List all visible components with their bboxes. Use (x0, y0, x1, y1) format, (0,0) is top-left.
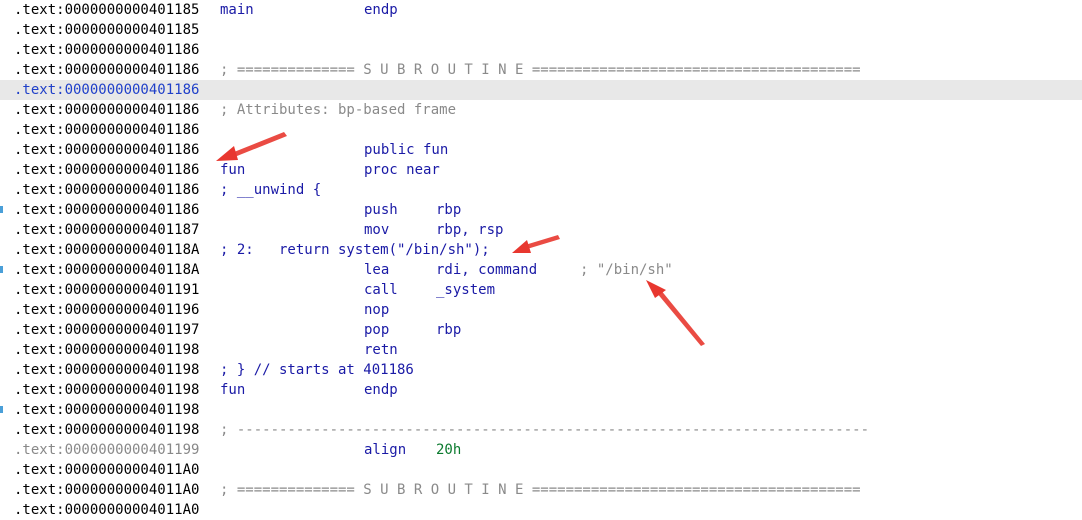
address[interactable]: .text:0000000000401185 (14, 0, 199, 20)
listing-line[interactable]: .text:0000000000401198 retn (0, 340, 1082, 360)
address[interactable]: .text:0000000000401191 (14, 280, 199, 300)
listing-line[interactable]: .text:000000000040118A ; 2: return system… (0, 240, 1082, 260)
gutter-marker-icon (0, 406, 3, 413)
address[interactable]: .text:0000000000401196 (14, 300, 199, 320)
listing-line[interactable]: .text:0000000000401186 (0, 40, 1082, 60)
comment: ; --------------------------------------… (220, 422, 870, 438)
listing-line[interactable]: .text:0000000000401186 ; Attributes: bp-b… (0, 100, 1082, 120)
gutter-marker-icon (0, 206, 3, 213)
address[interactable]: .text:0000000000401186 (14, 100, 199, 120)
listing-line[interactable]: .text:0000000000401186 fun proc near (0, 160, 1082, 180)
mnemonic: nop (364, 302, 390, 318)
operands[interactable]: rbp (436, 320, 461, 340)
mnemonic: endp (364, 382, 398, 398)
address[interactable]: .text:00000000004011A0 (14, 500, 199, 520)
address[interactable]: .text:00000000004011A0 (14, 460, 199, 480)
label[interactable]: fun (220, 160, 245, 180)
comment: ; } // starts at 401186 (220, 362, 414, 378)
mnemonic: pop (364, 322, 390, 338)
address[interactable]: .text:0000000000401186 (14, 180, 199, 200)
comment: ; ============== S U B R O U T I N E ===… (220, 62, 861, 78)
listing-line[interactable]: .text:0000000000401198 ; } // starts at 4… (0, 360, 1082, 380)
listing-line[interactable]: .text:00000000004011A0 (0, 500, 1082, 520)
listing-line[interactable]: .text:0000000000401191 call _system (0, 280, 1082, 300)
operands[interactable]: rdi, command (436, 260, 537, 280)
mnemonic: public fun (364, 142, 449, 158)
address[interactable]: .text:0000000000401187 (14, 220, 199, 240)
mnemonic: lea (364, 262, 390, 278)
label[interactable]: main (220, 0, 254, 20)
gutter-markers (0, 0, 3, 511)
listing-line[interactable]: .text:0000000000401186 (0, 120, 1082, 140)
address[interactable]: .text:0000000000401186 (14, 200, 199, 220)
address[interactable]: .text:0000000000401198 (14, 380, 199, 400)
listing-line[interactable]: .text:0000000000401198 fun endp (0, 380, 1082, 400)
listing-line[interactable]: .text:0000000000401199 align 20h (0, 440, 1082, 460)
comment: ; "/bin/sh" (580, 262, 673, 278)
address[interactable]: .text:0000000000401185 (14, 20, 199, 40)
comment: ; Attributes: bp-based frame (220, 102, 457, 118)
listing-line[interactable]: .text:00000000004011A0 ; ============== S… (0, 480, 1082, 500)
address[interactable]: .text:0000000000401186 (14, 120, 199, 140)
listing-line[interactable]: .text:0000000000401196 nop (0, 300, 1082, 320)
operands[interactable]: 20h (436, 440, 461, 460)
mnemonic: proc near (364, 162, 440, 178)
listing-line[interactable]: .text:0000000000401186 push rbp (0, 200, 1082, 220)
address[interactable]: .text:0000000000401186 (14, 40, 199, 60)
disassembly-listing[interactable]: .text:0000000000401185 main endp .text:0000… (0, 0, 1082, 520)
mnemonic: mov (364, 222, 390, 238)
listing-line[interactable]: .text:0000000000401185 main endp (0, 0, 1082, 20)
address[interactable]: .text:0000000000401186 (14, 160, 199, 180)
address[interactable]: .text:00000000004011A0 (14, 480, 199, 500)
listing-line[interactable]: .text:00000000004011A0 (0, 460, 1082, 480)
operands[interactable]: rbp, rsp (436, 220, 503, 240)
mnemonic: retn (364, 342, 398, 358)
listing-line[interactable]: .text:0000000000401186 ; ============== S… (0, 60, 1082, 80)
operands[interactable]: rbp (436, 200, 461, 220)
address[interactable]: .text:0000000000401198 (14, 420, 199, 440)
listing-line[interactable]: .text:0000000000401198 ; ----------------… (0, 420, 1082, 440)
address[interactable]: .text:0000000000401186 (14, 80, 199, 100)
listing-line[interactable]: .text:000000000040118A lea rdi, command ; "… (0, 260, 1082, 280)
listing-line[interactable]: .text:0000000000401186 (0, 80, 1082, 100)
address[interactable]: .text:0000000000401198 (14, 400, 199, 420)
comment: ; ============== S U B R O U T I N E ===… (220, 482, 861, 498)
address[interactable]: .text:0000000000401198 (14, 340, 199, 360)
address[interactable]: .text:0000000000401186 (14, 60, 199, 80)
mnemonic: push (364, 202, 398, 218)
address[interactable]: .text:0000000000401186 (14, 140, 199, 160)
comment: ; __unwind { (220, 182, 322, 198)
mnemonic: endp (364, 2, 398, 18)
comment: ; 2: return system("/bin/sh"); (220, 242, 490, 258)
listing-line[interactable]: .text:0000000000401186 public fun (0, 140, 1082, 160)
address[interactable]: .text:0000000000401199 (14, 440, 199, 460)
address[interactable]: .text:000000000040118A (14, 240, 199, 260)
listing-line[interactable]: .text:0000000000401186 ; __unwind { (0, 180, 1082, 200)
address[interactable]: .text:0000000000401198 (14, 360, 199, 380)
listing-line[interactable]: .text:0000000000401198 (0, 400, 1082, 420)
mnemonic: align (364, 442, 407, 458)
label[interactable]: fun (220, 380, 245, 400)
operands[interactable]: _system (436, 280, 495, 300)
listing-line[interactable]: .text:0000000000401197 pop rbp (0, 320, 1082, 340)
listing-line[interactable]: .text:0000000000401187 mov rbp, rsp (0, 220, 1082, 240)
gutter-marker-icon (0, 266, 3, 273)
address[interactable]: .text:0000000000401197 (14, 320, 199, 340)
listing-line[interactable]: .text:0000000000401185 (0, 20, 1082, 40)
address[interactable]: .text:000000000040118A (14, 260, 199, 280)
mnemonic: call (364, 282, 398, 298)
